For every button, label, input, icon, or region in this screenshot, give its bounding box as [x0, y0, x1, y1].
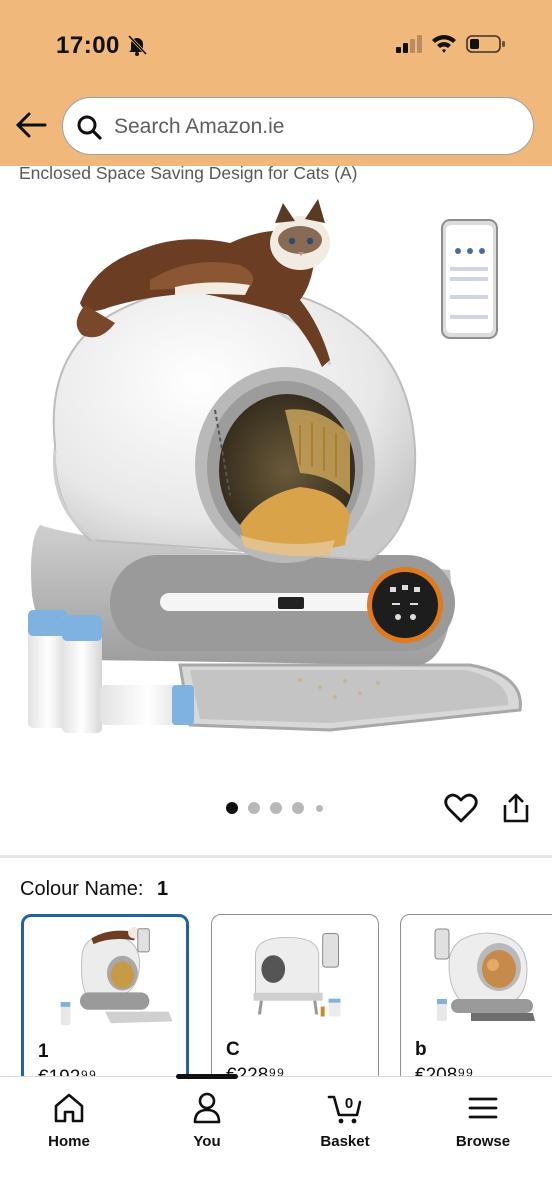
nav-you-label: You	[193, 1133, 221, 1150]
active-tab-indicator	[176, 1074, 238, 1079]
nav-browse[interactable]: Browse	[428, 1091, 538, 1161]
nav-basket-label: Basket	[320, 1133, 370, 1150]
gallery-dot	[292, 802, 304, 814]
product-image[interactable]	[0, 195, 552, 775]
colour-option-b[interactable]: b €208⁹⁹	[400, 914, 552, 1084]
nav-browse-label: Browse	[455, 1133, 511, 1150]
person-icon	[193, 1092, 221, 1124]
section-divider	[0, 855, 552, 858]
colour-option-name: b	[415, 1039, 427, 1060]
nav-home-label: Home	[48, 1133, 90, 1150]
gallery-dot-active	[226, 802, 238, 814]
colour-option-thumbnail	[60, 926, 173, 1026]
colour-option-c[interactable]: C €228⁹⁹	[211, 914, 379, 1084]
gallery-dot	[270, 802, 282, 814]
colour-option-name: 1	[38, 1041, 49, 1062]
colour-option-thumbnail	[253, 932, 341, 1017]
gallery-dot	[316, 805, 323, 812]
gallery-dot	[248, 802, 260, 814]
product-title: Enclosed Space Saving Design for Cats (A…	[19, 163, 358, 183]
menu-icon	[468, 1097, 498, 1119]
header: 17:00 Search Amazon.ie	[0, 0, 552, 166]
search-bar[interactable]: Search Amazon.ie	[62, 97, 534, 155]
status-bar: 17:00	[0, 0, 552, 90]
bottom-navigation: Home You 0 Basket Browse	[0, 1074, 552, 1200]
wishlist-heart-icon[interactable]	[444, 792, 478, 824]
colour-option-thumbnail	[434, 928, 535, 1021]
battery-icon	[466, 35, 505, 53]
nav-you[interactable]: You	[152, 1091, 262, 1161]
search-placeholder: Search Amazon.ie	[114, 115, 285, 138]
colour-name-row: Colour Name: 1	[20, 878, 168, 901]
basket-icon: 0	[327, 1095, 362, 1124]
colour-name-value: 1	[156, 878, 169, 900]
status-time: 17:00	[56, 32, 120, 59]
basket-count: 0	[345, 1095, 353, 1112]
gallery-dots[interactable]	[226, 802, 326, 816]
product-page: 17:00 Search Amazon.ie Enclosed Space Sa…	[0, 0, 552, 1200]
colour-option-1[interactable]: 1 €192⁹⁹	[21, 914, 189, 1084]
bell-muted-icon	[127, 34, 148, 56]
back-arrow-icon[interactable]	[14, 110, 48, 140]
search-icon	[77, 115, 102, 140]
colour-name-label: Colour Name:	[20, 878, 144, 900]
cell-signal-icon	[396, 35, 422, 53]
share-icon[interactable]	[501, 792, 531, 824]
nav-basket[interactable]: 0 Basket	[290, 1091, 400, 1161]
colour-option-name: C	[226, 1039, 240, 1060]
home-icon	[54, 1093, 84, 1123]
nav-home[interactable]: Home	[14, 1091, 124, 1161]
wifi-icon	[432, 35, 456, 53]
